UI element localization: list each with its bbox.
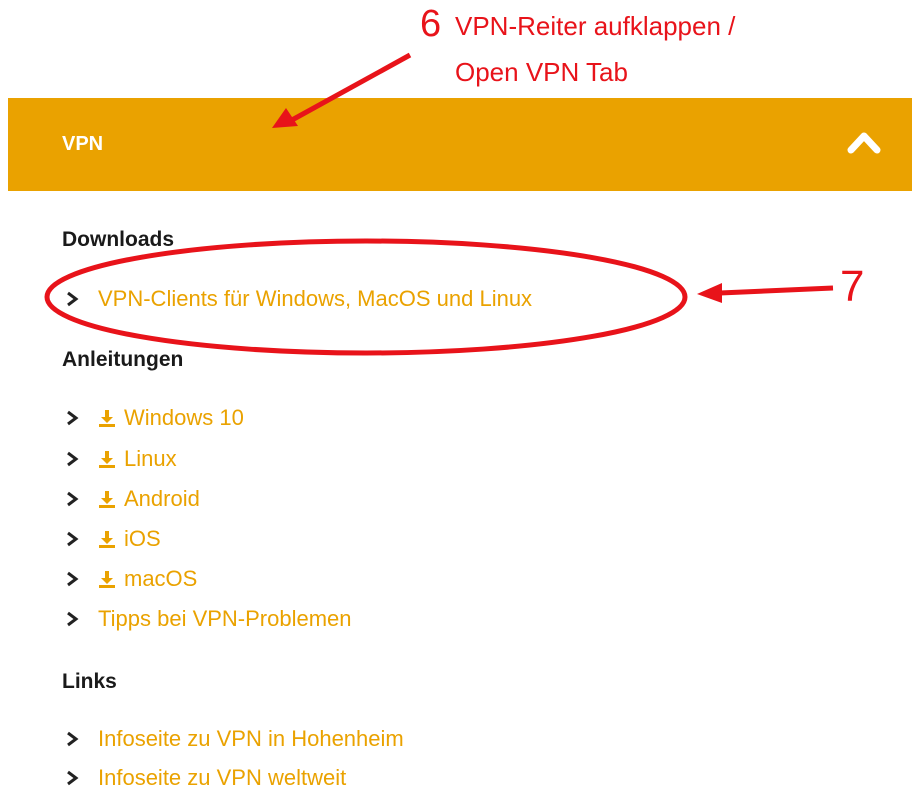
annotation-arrowhead-7 (697, 283, 722, 303)
annotation-arrow-6 (290, 52, 412, 123)
annotation-overlay (44, 52, 834, 356)
annotation-arrow-7 (719, 285, 834, 296)
annotation-ellipse-7 (44, 238, 688, 356)
